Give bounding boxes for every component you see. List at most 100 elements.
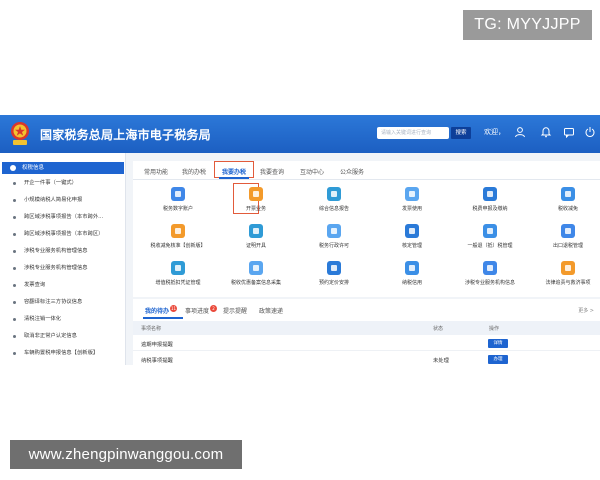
sidebar-item[interactable]: 发票查询 [2,279,124,292]
tab-my-todo[interactable]: 我的待办 11 [145,305,178,315]
sidebar-item-label: 涉税专业服务机构管理信息 [24,248,88,254]
function-icon [249,224,263,238]
more-link[interactable]: 更多 > [578,307,594,314]
function-item[interactable]: 开票业务 [223,187,289,223]
handle-button[interactable]: 办理 [488,355,508,364]
function-icon [561,224,575,238]
function-icon [483,261,497,275]
tab-public-service[interactable]: 公众服务 [340,167,364,176]
item-name: 逾期申报提醒 [141,342,173,348]
sidebar-item[interactable]: 取消非正常户认定信息 [2,330,124,343]
active-tab-underline [143,317,183,319]
sidebar-item[interactable]: 车辆购置税申报信息【创新版】 [2,347,124,360]
todo-panel: 我的待办 11 事项进度 2 提示提醒 政策速递 更多 > 事项名称 状态 操作 逾… [133,299,600,365]
tab-reminders[interactable]: 提示提醒 [223,306,247,315]
function-label: 涉税专业服务机构信息 [464,280,515,286]
sidebar-item[interactable]: 跨区域涉税事项报告（本市跨外... [2,211,124,224]
bullet-icon [13,216,16,219]
function-label: 预约定价安排 [318,280,349,286]
function-label: 法律追责与救济事项 [545,280,591,286]
function-item[interactable]: 税费申报及缴纳 [457,187,523,223]
item-status: 未处理 [433,358,449,364]
sidebar: 权税信息 开企一件事（一键式） 小规模纳税人简易化申报 跨区域涉税事项报告（本市… [0,153,126,365]
function-item[interactable]: 核定管理 [379,224,445,260]
function-item[interactable]: 综合信息报告 [301,187,367,223]
tab-my-tax[interactable]: 我的办税 [182,167,206,176]
bullet-icon [13,352,16,355]
search-input[interactable]: 请输入关键词进行查询 [377,127,449,139]
sidebar-item[interactable]: 清税注销一体化 [2,313,124,326]
function-item[interactable]: 预约定价安排 [301,261,367,297]
function-item[interactable]: 税收减免核准【创新版】 [145,224,211,260]
item-name: 纳税事项提醒 [141,358,173,364]
function-item[interactable]: 税务数字账户 [145,187,211,223]
function-label: 税务数字账户 [162,206,193,212]
function-icon [561,261,575,275]
bullet-icon [13,233,16,236]
sidebar-item[interactable]: 涉税专业服务机构管理信息 [2,262,124,275]
function-item[interactable]: 税收减免 [535,187,600,223]
app-header: 国家税务总局上海市电子税务局 请输入关键词进行查询 搜索 欢迎， [0,115,600,153]
sidebar-head-label: 权税信息 [22,165,45,171]
tab-progress[interactable]: 事项进度 2 [185,305,218,315]
function-label: 一般退（抵）税管理 [467,243,513,249]
function-item[interactable]: 涉税专业服务机构信息 [457,261,523,297]
function-label: 税收减免 [557,206,578,212]
sidebar-item-label: 取消非正常户认定信息 [24,333,77,339]
function-label: 纳税信用 [401,280,422,286]
function-icon [249,187,263,201]
function-item[interactable]: 税务行政许可 [301,224,367,260]
function-item[interactable]: 一般退（抵）税管理 [457,224,523,260]
function-icon [171,187,185,201]
sidebar-item-label: 小规模纳税人简易化申报 [24,197,83,203]
function-label: 综合信息报告 [318,206,349,212]
function-label: 出口退税管理 [552,243,583,249]
bullet-icon [13,301,16,304]
tab-common-functions[interactable]: 常用功能 [144,167,168,176]
bullet-icon [13,250,16,253]
bullet-icon [13,335,16,338]
logout-icon[interactable] [584,126,596,138]
sidebar-head[interactable]: 权税信息 [2,162,124,174]
bullet-icon [13,284,16,287]
column-header: 事项名称 [141,326,162,332]
function-label: 核定管理 [401,243,422,249]
function-item[interactable]: 纳税信用 [379,261,445,297]
tab-policy[interactable]: 政策速递 [259,306,283,315]
sidebar-item-label: 容翻译标注三方协议信息 [24,299,83,305]
function-label: 税收优惠备案信息采集 [230,280,281,286]
function-item[interactable]: 税收优惠备案信息采集 [223,261,289,297]
tab-label: 事项进度 [185,308,210,315]
tab-interaction[interactable]: 互动中心 [300,167,324,176]
sidebar-item-label: 跨区域涉税事项报告（本市跨区） [24,231,104,237]
function-item[interactable]: 出口退税管理 [535,224,600,260]
message-icon[interactable] [563,126,575,138]
user-icon[interactable] [514,126,526,138]
function-label: 发票使用 [401,206,422,212]
bell-icon[interactable] [540,126,552,138]
table-row: 逾期申报提醒 详情 [133,336,600,351]
sidebar-item[interactable]: 跨区域涉税事项报告（本市跨区） [2,228,124,241]
site-title: 国家税务总局上海市电子税务局 [40,128,211,142]
function-label: 证明开具 [245,243,266,249]
tg-watermark-badge: TG: MYYJJPP [463,10,592,40]
sidebar-item[interactable]: 小规模纳税人简易化申报 [2,194,124,207]
function-icon [483,224,497,238]
search-button[interactable]: 搜索 [451,127,471,139]
function-icon [405,224,419,238]
detail-button[interactable]: 详情 [488,339,508,348]
sidebar-item[interactable]: 涉税专业服务机构管理信息 [2,245,124,258]
sidebar-item[interactable]: 容翻译标注三方协议信息 [2,296,124,309]
function-label: 开票业务 [245,206,266,212]
tab-query[interactable]: 我要查询 [260,167,284,176]
function-icon [561,187,575,201]
tab-divider [133,179,600,180]
function-item[interactable]: 证明开具 [223,224,289,260]
sidebar-item[interactable]: 开企一件事（一键式） [2,177,124,190]
count-badge: 2 [210,305,218,312]
function-item[interactable]: 增值税抵扣凭证管理 [145,261,211,297]
function-item[interactable]: 发票使用 [379,187,445,223]
sidebar-item-label: 跨区域涉税事项报告（本市跨外... [24,214,104,220]
sidebar-item-label: 车辆购置税申报信息【创新版】 [24,350,99,356]
function-item[interactable]: 法律追责与救济事项 [535,261,600,297]
